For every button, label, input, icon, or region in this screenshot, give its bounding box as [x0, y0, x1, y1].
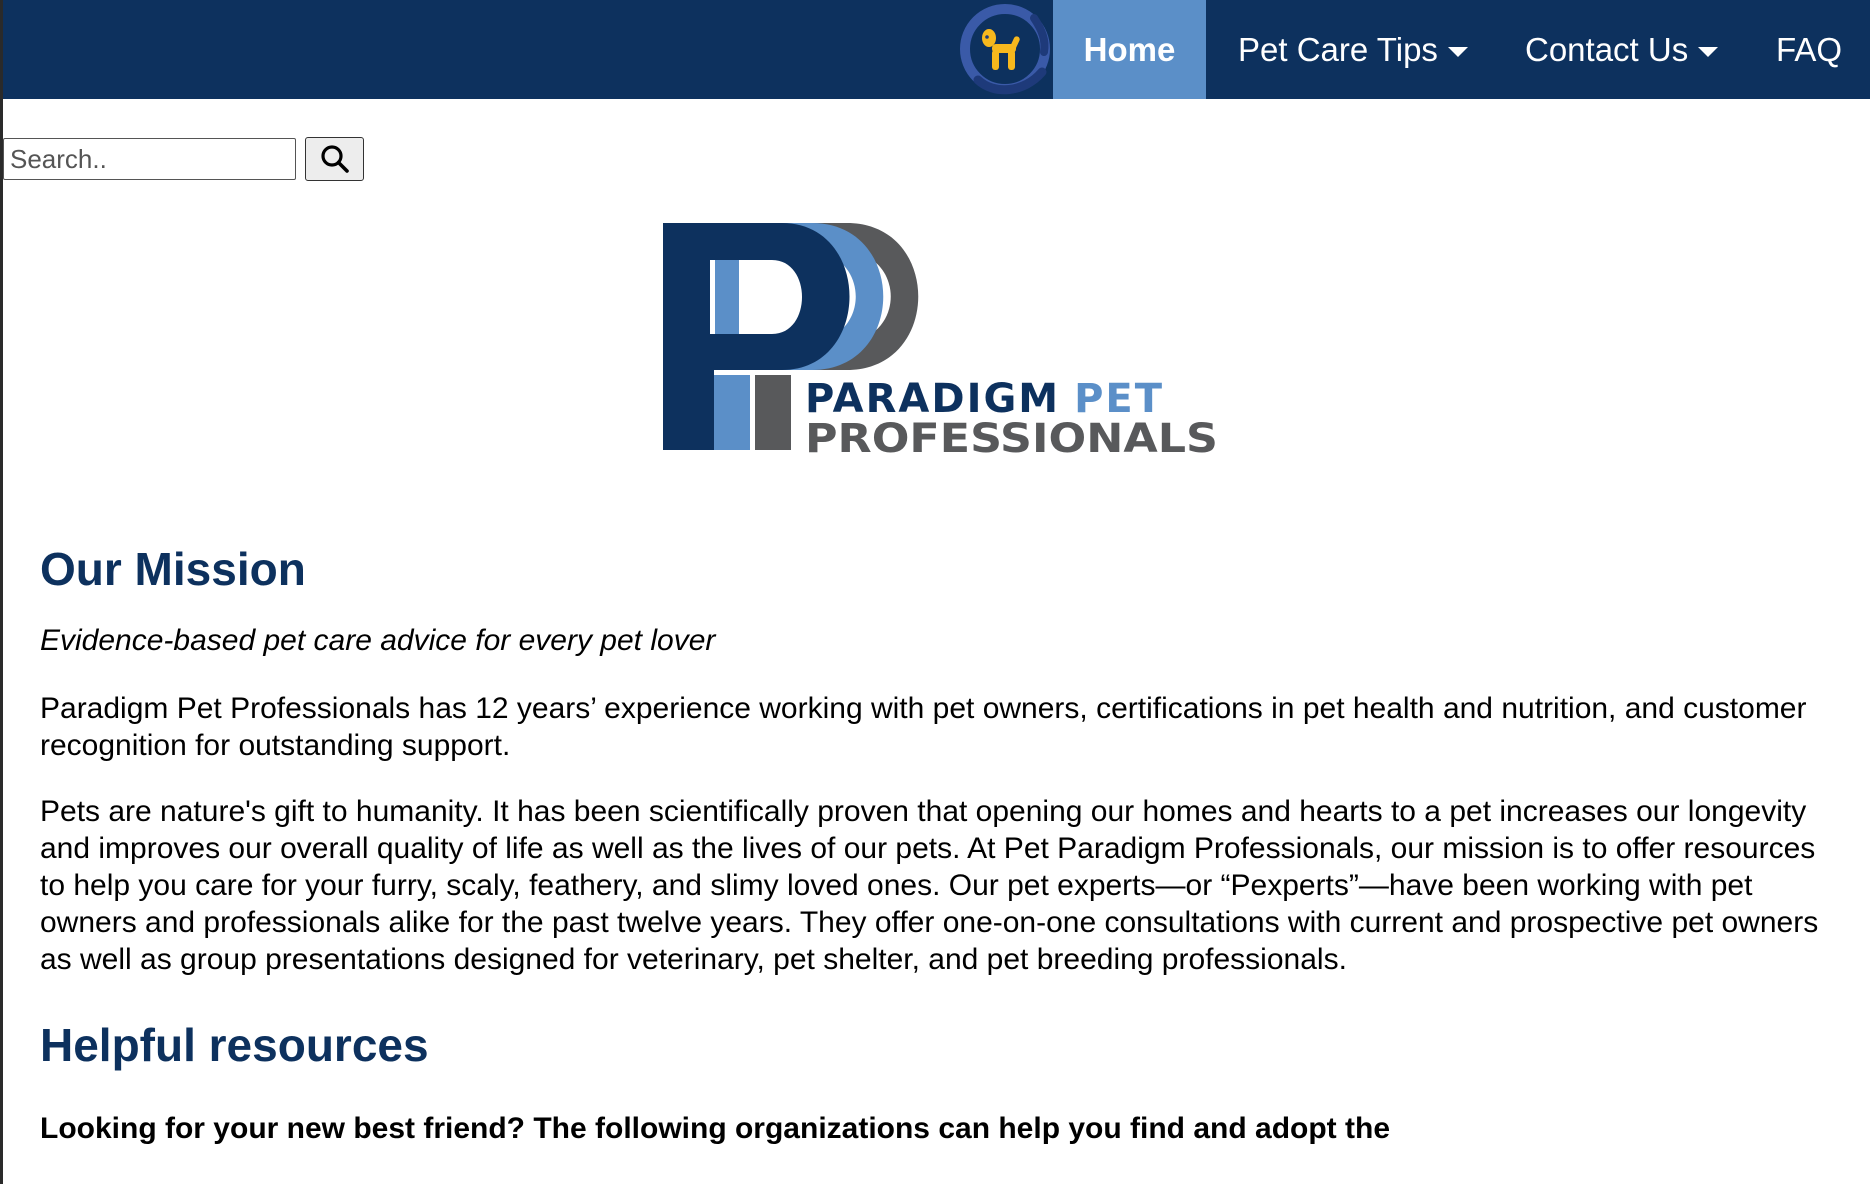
- logo-wordmark-line2: PROFESSIONALS: [805, 416, 1218, 460]
- nav-contact-us[interactable]: Contact Us: [1525, 0, 1719, 99]
- resources-lead-text: Looking for your new best friend? The fo…: [40, 1112, 1390, 1145]
- resources-heading: Helpful resources: [40, 1019, 429, 1071]
- chevron-down-icon: [1447, 46, 1468, 57]
- dog-mascot-icon: [959, 4, 1050, 95]
- top-navbar: Home Pet Care Tips Contact Us FAQ: [3, 0, 1870, 99]
- nav-faq-label: FAQ: [1776, 30, 1843, 68]
- nav-pet-care-tips[interactable]: Pet Care Tips: [1238, 0, 1468, 99]
- site-mascot-logo-icon[interactable]: [953, 0, 1056, 99]
- nav-contact-us-label: Contact Us: [1525, 30, 1689, 68]
- search-icon: [320, 145, 349, 173]
- nav-home-label: Home: [1083, 30, 1176, 68]
- logo-inner-bar: [715, 260, 739, 334]
- paradigm-pet-professionals-logo: PARADIGM PET PROFESSIONALS: [663, 223, 1218, 460]
- mission-paragraph-2: Pets are nature's gift to humanity. It h…: [40, 795, 1819, 976]
- mission-tagline: Evidence-based pet care advice for every…: [40, 624, 716, 657]
- nav-pet-care-tips-label: Pet Care Tips: [1238, 30, 1438, 68]
- chevron-down-icon: [1698, 46, 1719, 57]
- main-content: Our Mission Evidence-based pet care advi…: [40, 540, 1840, 1147]
- search-button[interactable]: [305, 137, 364, 181]
- logo-blue-stem: [714, 375, 750, 450]
- nav-home[interactable]: Home: [1053, 0, 1206, 99]
- logo-gray-stem: [755, 375, 791, 450]
- mission-paragraph-1: Paradigm Pet Professionals has 12 years’…: [40, 692, 1807, 762]
- nav-faq[interactable]: FAQ: [1776, 0, 1842, 99]
- search-input[interactable]: [3, 138, 296, 180]
- mission-heading: Our Mission: [40, 543, 306, 595]
